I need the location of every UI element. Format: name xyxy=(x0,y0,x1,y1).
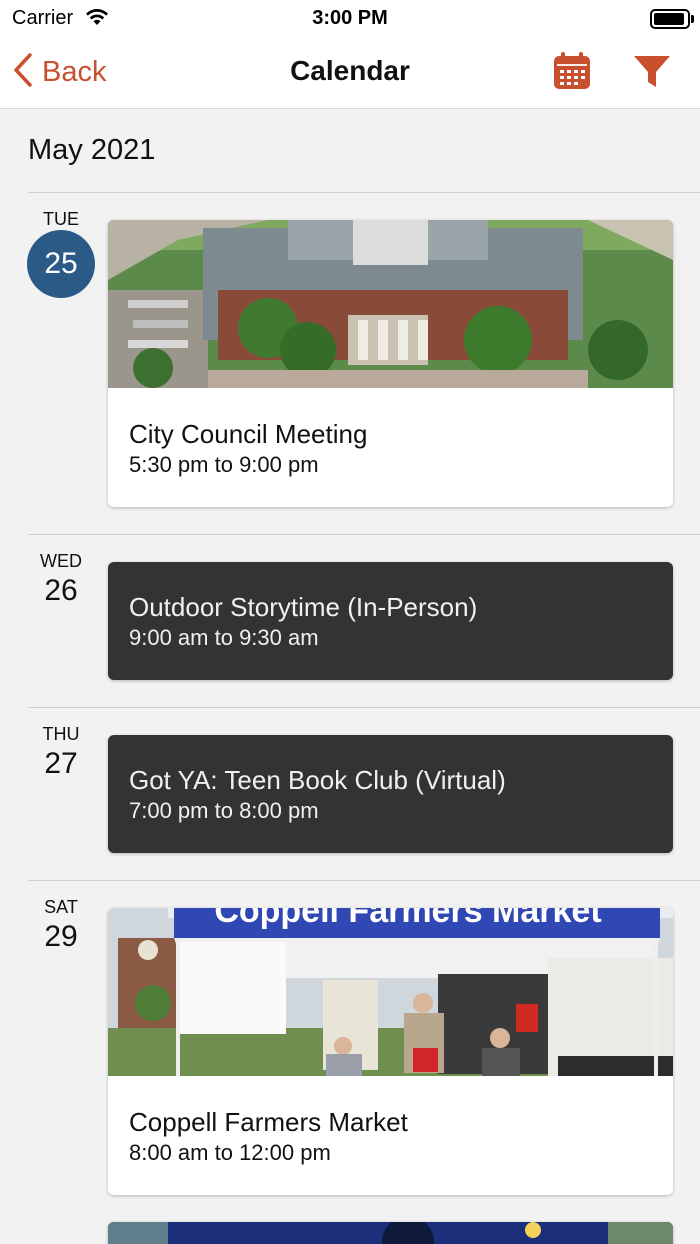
event-image-city-hall xyxy=(108,220,673,388)
filter-button[interactable] xyxy=(632,54,672,90)
event-image-partial xyxy=(108,1222,673,1244)
event-title: Got YA: Teen Book Club (Virtual) xyxy=(129,765,506,795)
navigation-bar: Back Calendar xyxy=(0,36,700,109)
event-title: City Council Meeting xyxy=(129,419,368,449)
clock: 3:00 PM xyxy=(312,7,388,29)
market-banner-text: Coppell Farmers Market xyxy=(214,908,601,930)
today-day-badge: 25 xyxy=(27,230,95,298)
section-divider xyxy=(28,534,700,535)
month-header: May 2021 xyxy=(28,134,156,166)
status-bar: Carrier 3:00 PM xyxy=(0,0,700,36)
event-time: 5:30 pm to 9:00 pm xyxy=(129,452,319,477)
event-card-teen-book-club[interactable]: Got YA: Teen Book Club (Virtual) 7:00 pm… xyxy=(108,735,673,853)
event-time: 8:00 am to 12:00 pm xyxy=(129,1140,331,1165)
day-weekday: SAT xyxy=(44,897,78,917)
day-weekday: THU xyxy=(42,724,80,744)
event-time: 9:00 am to 9:30 am xyxy=(129,625,319,650)
battery-icon xyxy=(650,9,694,29)
day-weekday: WED xyxy=(40,551,82,571)
event-card-farmers-market[interactable]: Coppell Farmers Market Coppell Farmers M xyxy=(108,908,673,1195)
filter-icon xyxy=(632,56,672,94)
event-title: Coppell Farmers Market xyxy=(129,1107,408,1137)
event-image-farmers-market: Coppell Farmers Market xyxy=(108,908,673,1076)
day-number: 27 xyxy=(44,747,78,780)
section-divider xyxy=(28,192,700,193)
section-divider xyxy=(28,707,700,708)
page-title: Calendar xyxy=(290,55,410,86)
event-title: Outdoor Storytime (In-Person) xyxy=(129,592,478,622)
section-divider xyxy=(28,880,700,881)
calendar-icon xyxy=(553,52,591,94)
day-number: 29 xyxy=(44,920,78,953)
calendar-screen: Carrier 3:00 PM Back Calendar May 2021 T… xyxy=(0,0,700,1244)
event-card-partial[interactable] xyxy=(108,1222,673,1244)
event-card-outdoor-storytime[interactable]: Outdoor Storytime (In-Person) 9:00 am to… xyxy=(108,562,673,680)
event-time: 7:00 pm to 8:00 pm xyxy=(129,798,319,823)
calendar-view-button[interactable] xyxy=(553,52,591,90)
event-card-city-council[interactable]: City Council Meeting 5:30 pm to 9:00 pm xyxy=(108,220,673,507)
day-weekday: TUE xyxy=(43,209,79,229)
day-number: 26 xyxy=(44,574,78,607)
